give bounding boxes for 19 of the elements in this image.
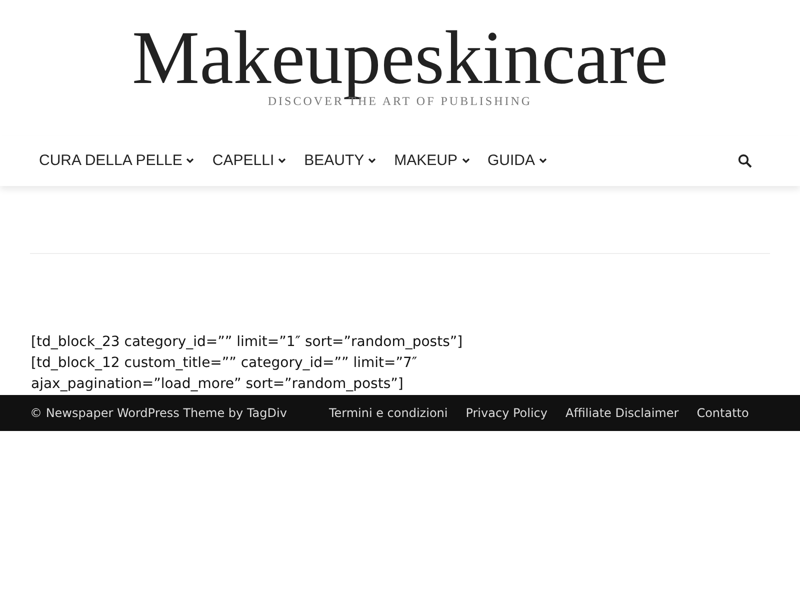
shortcode-text: [td_block_23 category_id=”” limit=”1″ sort=”random_posts”] [31, 333, 464, 352]
chevron-down-icon [539, 158, 548, 164]
footer-link[interactable]: Privacy Policy [466, 404, 548, 422]
menu-item[interactable]: GUIDA [488, 150, 548, 172]
copyright-text: © Newspaper WordPress Theme by TagDiv [30, 405, 287, 422]
shortcode-text: [td_block_12 custom_title=”” category_id=”” limit=”7″ ajax_pagination=”load_more” sort=”random_posts”] [31, 354, 418, 394]
footer-link[interactable]: Termini e condizioni [328, 404, 448, 422]
menu-item[interactable]: MAKEUP [394, 150, 470, 172]
menu-item[interactable]: CURA DELLA PELLE [39, 150, 194, 172]
menu-item[interactable]: CAPELLI [212, 150, 286, 172]
chevron-down-icon [186, 158, 194, 164]
chevron-down-icon [278, 158, 286, 164]
search-icon [738, 154, 752, 168]
chevron-down-icon [462, 158, 470, 164]
menu-item[interactable]: BEAUTY [304, 150, 376, 172]
footer-link[interactable]: Contatto [696, 404, 749, 422]
footer-link[interactable]: Affiliate Disclaimer [566, 404, 679, 422]
search-button[interactable] [737, 153, 753, 169]
chevron-down-icon [368, 158, 376, 164]
